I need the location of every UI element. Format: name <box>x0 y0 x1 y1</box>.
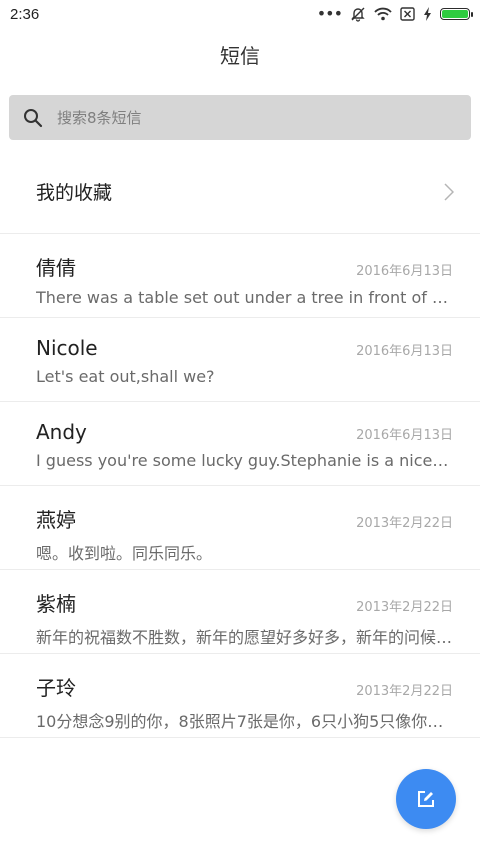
battery-icon <box>440 8 473 20</box>
favorites-label: 我的收藏 <box>36 182 113 204</box>
conversation-row[interactable]: 燕婷 2013年2月22日 嗯。收到啦。同乐同乐。 <box>0 486 480 570</box>
conversation-list: 倩倩 2016年6月13日 There was a table set out … <box>0 234 480 738</box>
chevron-right-icon <box>444 182 454 201</box>
more-dots-icon: ••• <box>316 4 343 23</box>
wifi-icon <box>374 7 392 21</box>
contact-name: 燕婷 <box>36 508 76 532</box>
contact-name: 紫楠 <box>36 592 76 616</box>
status-bar: 2:36 ••• <box>0 0 480 28</box>
contact-name: 子玲 <box>36 676 76 700</box>
message-snippet: There was a table set out under a tree i… <box>36 288 453 307</box>
no-sim-icon <box>400 7 415 21</box>
message-snippet: 嗯。收到啦。同乐同乐。 <box>36 544 213 563</box>
contact-name: Andy <box>36 420 87 444</box>
battery-level <box>442 10 468 18</box>
message-date: 2016年6月13日 <box>356 344 453 359</box>
search-icon <box>24 108 43 127</box>
compose-icon <box>418 791 434 807</box>
charging-bolt-icon <box>424 7 431 21</box>
conversation-row[interactable]: 倩倩 2016年6月13日 There was a table set out … <box>0 234 480 318</box>
compose-button[interactable] <box>396 769 456 829</box>
message-date: 2013年2月22日 <box>356 684 453 699</box>
bell-off-icon <box>351 7 365 22</box>
status-time: 2:36 <box>10 5 40 23</box>
favorites-item[interactable]: 我的收藏 <box>0 150 480 234</box>
search-bar[interactable]: 搜索8条短信 <box>9 95 471 140</box>
message-date: 2016年6月13日 <box>356 264 453 279</box>
conversation-row[interactable]: Andy 2016年6月13日 I guess you're some luck… <box>0 402 480 486</box>
message-date: 2013年2月22日 <box>356 600 453 615</box>
contact-name: Nicole <box>36 336 98 360</box>
message-snippet: Let's eat out,shall we? <box>36 367 215 386</box>
conversation-row[interactable]: 子玲 2013年2月22日 10分想念9别的你，8张照片7张是你，6只小狗5只像… <box>0 654 480 738</box>
conversation-row[interactable]: 紫楠 2013年2月22日 新年的祝福数不胜数，新年的愿望好多好多，新年的问候送… <box>0 570 480 654</box>
status-icons: ••• <box>316 4 473 23</box>
message-snippet: I guess you're some lucky guy.Stephanie … <box>36 451 453 470</box>
message-snippet: 新年的祝福数不胜数，新年的愿望好多好多，新年的问候送给你 <box>36 628 453 647</box>
contact-name: 倩倩 <box>36 256 76 280</box>
message-date: 2016年6月13日 <box>356 428 453 443</box>
search-placeholder: 搜索8条短信 <box>57 109 142 127</box>
message-snippet: 10分想念9别的你，8张照片7张是你，6只小狗5只像你，4季 <box>36 712 453 731</box>
page-title: 短信 <box>220 44 260 68</box>
conversation-row[interactable]: Nicole 2016年6月13日 Let's eat out,shall we… <box>0 318 480 402</box>
message-date: 2013年2月22日 <box>356 516 453 531</box>
